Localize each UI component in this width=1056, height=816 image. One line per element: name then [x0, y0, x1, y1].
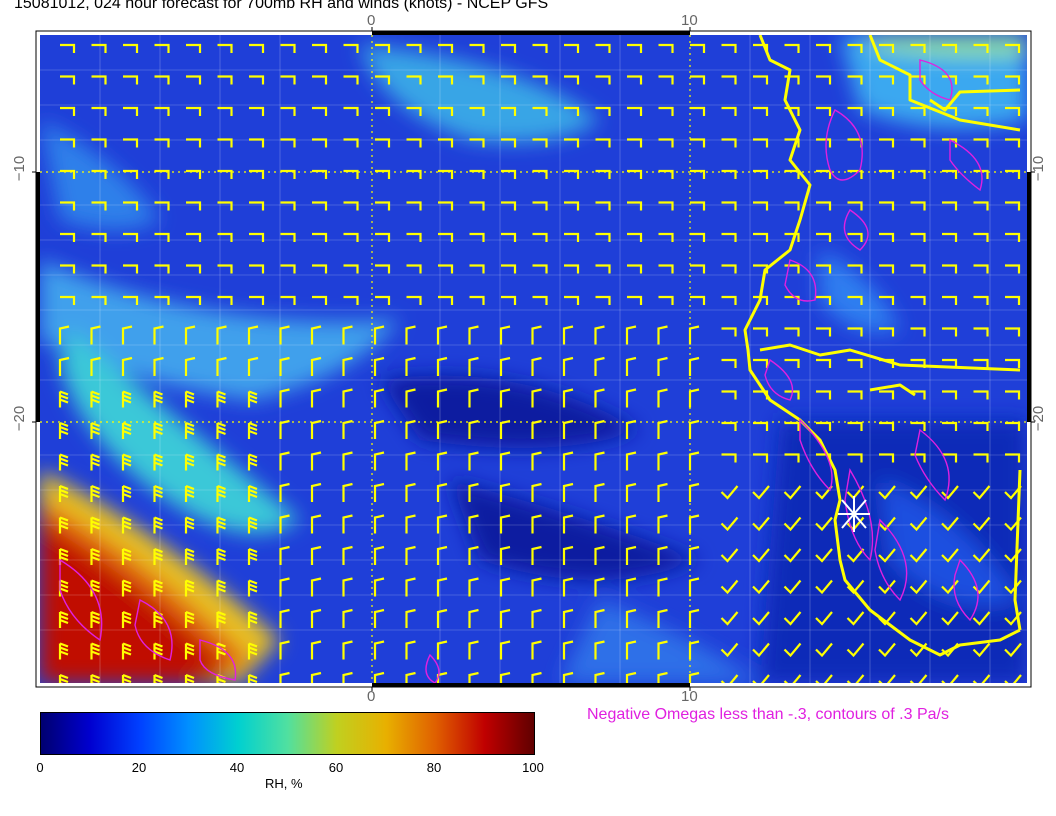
left-tick-minus20: −20	[11, 405, 29, 432]
top-tick-10: 10	[681, 12, 698, 29]
forecast-map	[32, 27, 1035, 691]
colorbar-tick-0: 0	[36, 760, 44, 775]
colorbar-tick-60: 60	[328, 760, 344, 775]
left-tick-minus10: −10	[11, 155, 29, 182]
right-tick-minus20: −20	[1030, 405, 1048, 432]
colorbar-tick-20: 20	[131, 760, 147, 775]
bottom-tick-0: 0	[367, 688, 376, 705]
rh-colorbar	[40, 712, 535, 755]
colorbar-label: RH, %	[265, 776, 303, 791]
top-tick-0: 0	[367, 12, 376, 29]
bottom-axis-bar	[372, 683, 690, 687]
bottom-tick-10: 10	[681, 688, 698, 705]
colorbar-tick-40: 40	[229, 760, 245, 775]
top-axis-bar	[372, 31, 690, 35]
left-axis-bar	[36, 172, 40, 422]
right-axis-bar	[1027, 172, 1031, 422]
station-marker	[838, 496, 870, 532]
right-tick-minus10: −10	[1030, 155, 1048, 182]
colorbar-tick-100: 100	[522, 760, 544, 775]
colorbar-tick-80: 80	[426, 760, 442, 775]
omega-legend-note: Negative Omegas less than -.3, contours …	[587, 706, 949, 723]
rh-field	[40, 35, 1027, 683]
